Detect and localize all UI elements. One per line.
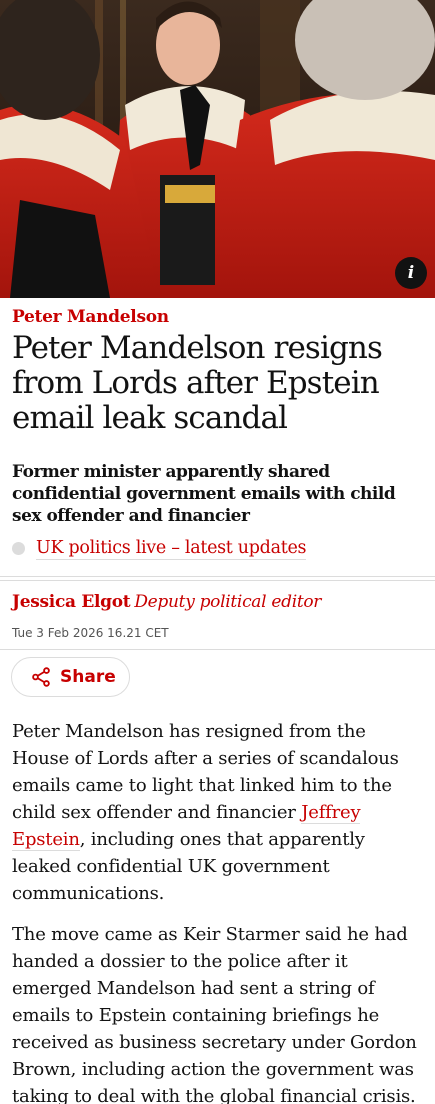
divider — [0, 580, 435, 581]
live-dot-icon — [12, 541, 25, 555]
share-icon — [32, 667, 50, 687]
section-kicker[interactable]: Peter Mandelson — [12, 307, 169, 327]
article-headline: Peter Mandelson resigns from Lords after… — [12, 330, 383, 436]
author-role: Deputy political editor — [134, 592, 322, 612]
article-paragraph: Peter Mandelson has resigned from the Ho… — [12, 718, 425, 907]
share-button-label: Share — [60, 667, 116, 687]
live-updates-link-label[interactable]: UK politics live – latest updates — [36, 537, 306, 560]
image-info-button[interactable]: i — [395, 257, 427, 289]
publish-date: Tue 3 Feb 2026 16.21 CET — [12, 626, 169, 640]
live-updates-link[interactable]: UK politics live – latest updates — [12, 536, 306, 560]
article-standfirst: Former minister apparently shared confid… — [12, 462, 396, 526]
share-button[interactable]: Share — [11, 657, 130, 697]
byline: Jessica Elgot Deputy political editor — [12, 592, 321, 612]
article-hero-image: i — [0, 0, 435, 298]
hero-photo-illustration — [0, 0, 435, 298]
article-paragraph: The move came as Keir Starmer said he ha… — [12, 924, 417, 1104]
author-link[interactable]: Jessica Elgot — [12, 592, 131, 612]
divider — [0, 576, 435, 577]
divider — [0, 649, 435, 650]
